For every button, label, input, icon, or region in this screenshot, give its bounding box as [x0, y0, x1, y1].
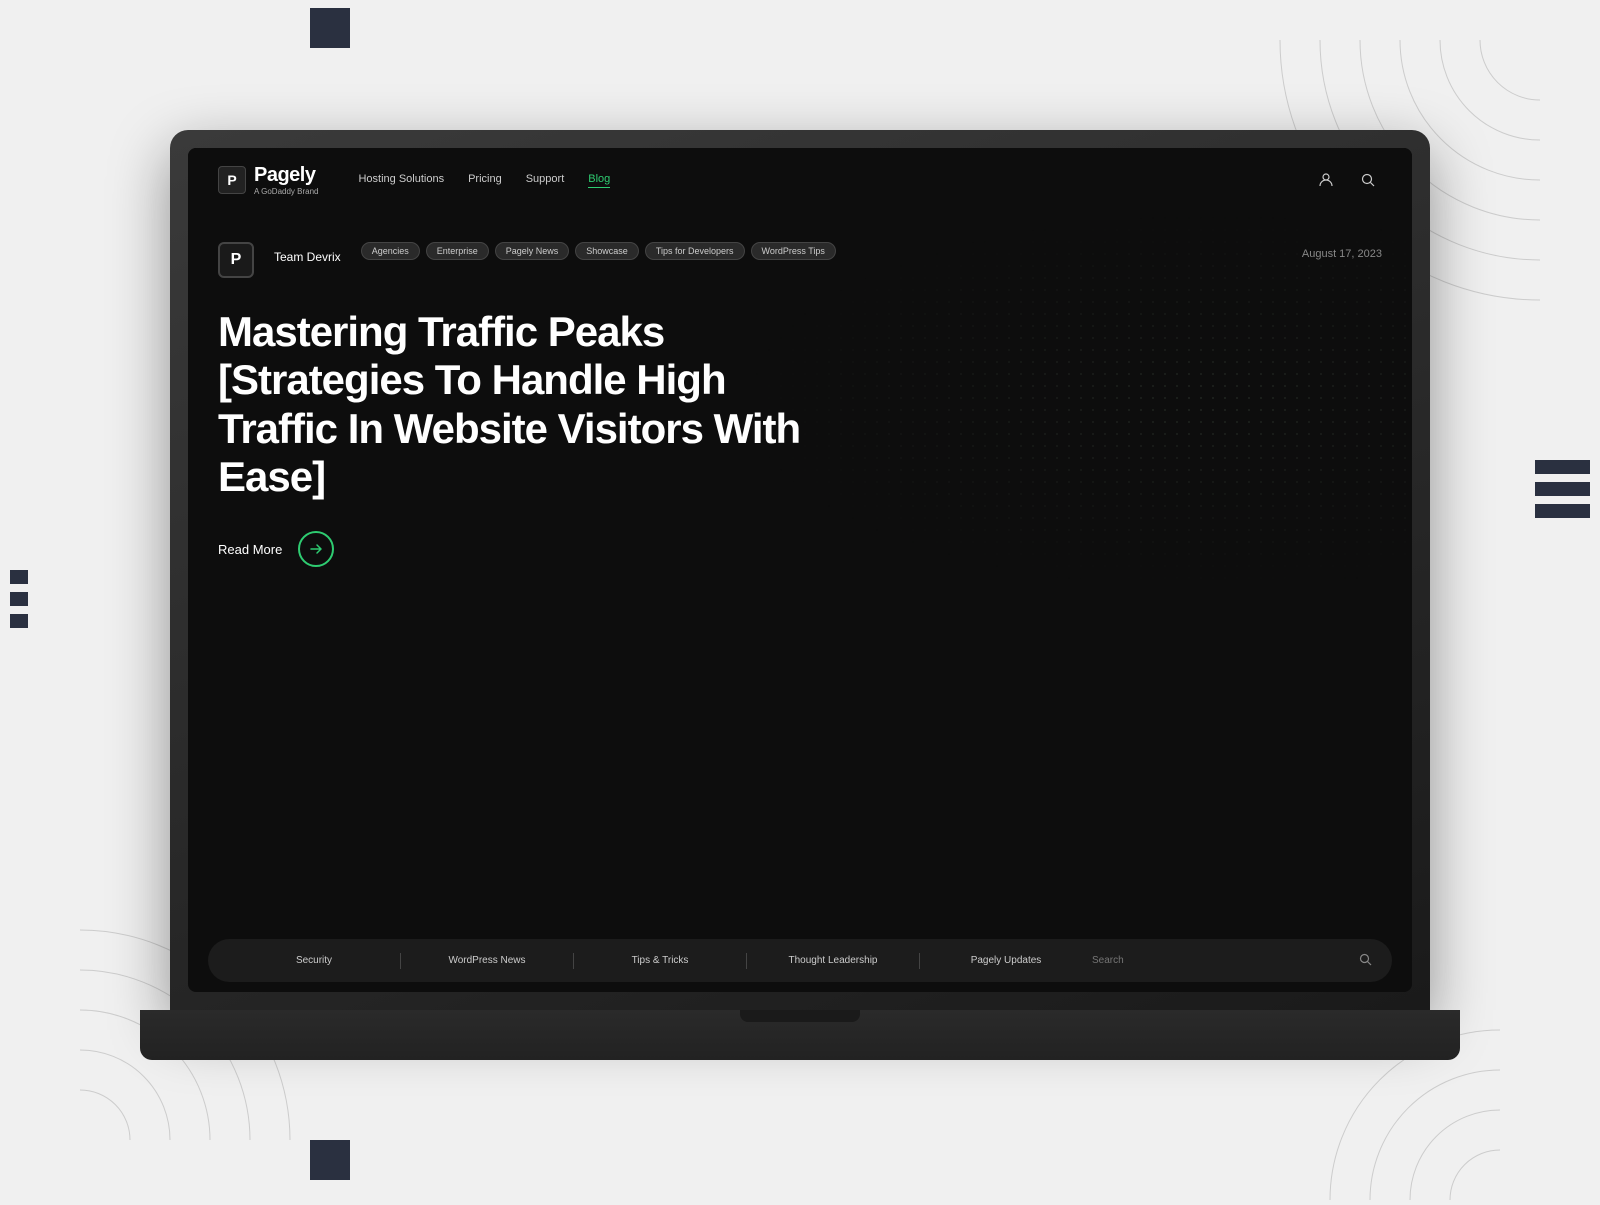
article-date: August 17, 2023 — [1302, 248, 1382, 260]
navigation: P Pagely A GoDaddy Brand Hosting Solutio… — [188, 148, 1412, 212]
logo-text: Pagely — [254, 164, 318, 187]
deco-rect-bottom — [310, 1140, 350, 1180]
author-name: Team Devrix — [274, 250, 341, 264]
cat-thought-leadership[interactable]: Thought Leadership — [747, 949, 919, 972]
logo-area: P Pagely A GoDaddy Brand — [218, 164, 318, 196]
read-more-row: Read More — [218, 531, 1382, 567]
nav-support[interactable]: Support — [526, 173, 565, 188]
nav-pricing[interactable]: Pricing — [468, 173, 502, 188]
tag-tips-dev[interactable]: Tips for Developers — [645, 242, 745, 260]
read-more-label: Read More — [218, 542, 282, 557]
bottom-bar-area: Security WordPress News Tips & Tricks Th… — [188, 978, 1412, 992]
laptop-hinge — [740, 1010, 860, 1022]
hero-title: Mastering Traffic Peaks [Strategies To H… — [218, 308, 838, 501]
tag-pagely-news[interactable]: Pagely News — [495, 242, 570, 260]
author-row: P Team Devrix Agencies Enterprise Pagely… — [218, 242, 1382, 278]
hero-content: P Team Devrix Agencies Enterprise Pagely… — [188, 212, 1412, 592]
laptop-device: P Pagely A GoDaddy Brand Hosting Solutio… — [170, 130, 1430, 1060]
cat-search-area — [1092, 953, 1372, 969]
logo-sub: A GoDaddy Brand — [254, 187, 318, 196]
nav-hosting[interactable]: Hosting Solutions — [358, 173, 444, 188]
category-bar: Security WordPress News Tips & Tricks Th… — [208, 939, 1392, 982]
search-input[interactable] — [1092, 955, 1351, 966]
hero-area: P Team Devrix Agencies Enterprise Pagely… — [188, 212, 1412, 978]
cat-pagely-updates[interactable]: Pagely Updates — [920, 949, 1092, 972]
logo-icon: P — [218, 166, 246, 194]
cat-tips-tricks[interactable]: Tips & Tricks — [574, 949, 746, 972]
nav-icons — [1312, 166, 1382, 194]
cat-security[interactable]: Security — [228, 949, 400, 972]
nav-blog[interactable]: Blog — [588, 173, 610, 188]
cat-wordpress-news[interactable]: WordPress News — [401, 949, 573, 972]
author-avatar: P — [218, 242, 254, 278]
search-icon[interactable] — [1359, 953, 1372, 969]
tags-group: Agencies Enterprise Pagely News Showcase… — [361, 242, 1282, 260]
tag-enterprise[interactable]: Enterprise — [426, 242, 489, 260]
laptop-base — [140, 1010, 1460, 1060]
read-more-button[interactable] — [298, 531, 334, 567]
user-icon-button[interactable] — [1312, 166, 1340, 194]
laptop-screen: P Pagely A GoDaddy Brand Hosting Solutio… — [188, 148, 1412, 992]
deco-rect-left — [10, 570, 28, 628]
deco-rect-top — [310, 8, 350, 48]
tag-showcase[interactable]: Showcase — [575, 242, 639, 260]
laptop-body: P Pagely A GoDaddy Brand Hosting Solutio… — [170, 130, 1430, 1010]
tag-wp-tips[interactable]: WordPress Tips — [751, 242, 836, 260]
search-icon-button[interactable] — [1354, 166, 1382, 194]
deco-rect-right — [1535, 460, 1590, 518]
nav-links: Hosting Solutions Pricing Support Blog — [358, 173, 1312, 188]
tag-agencies[interactable]: Agencies — [361, 242, 420, 260]
